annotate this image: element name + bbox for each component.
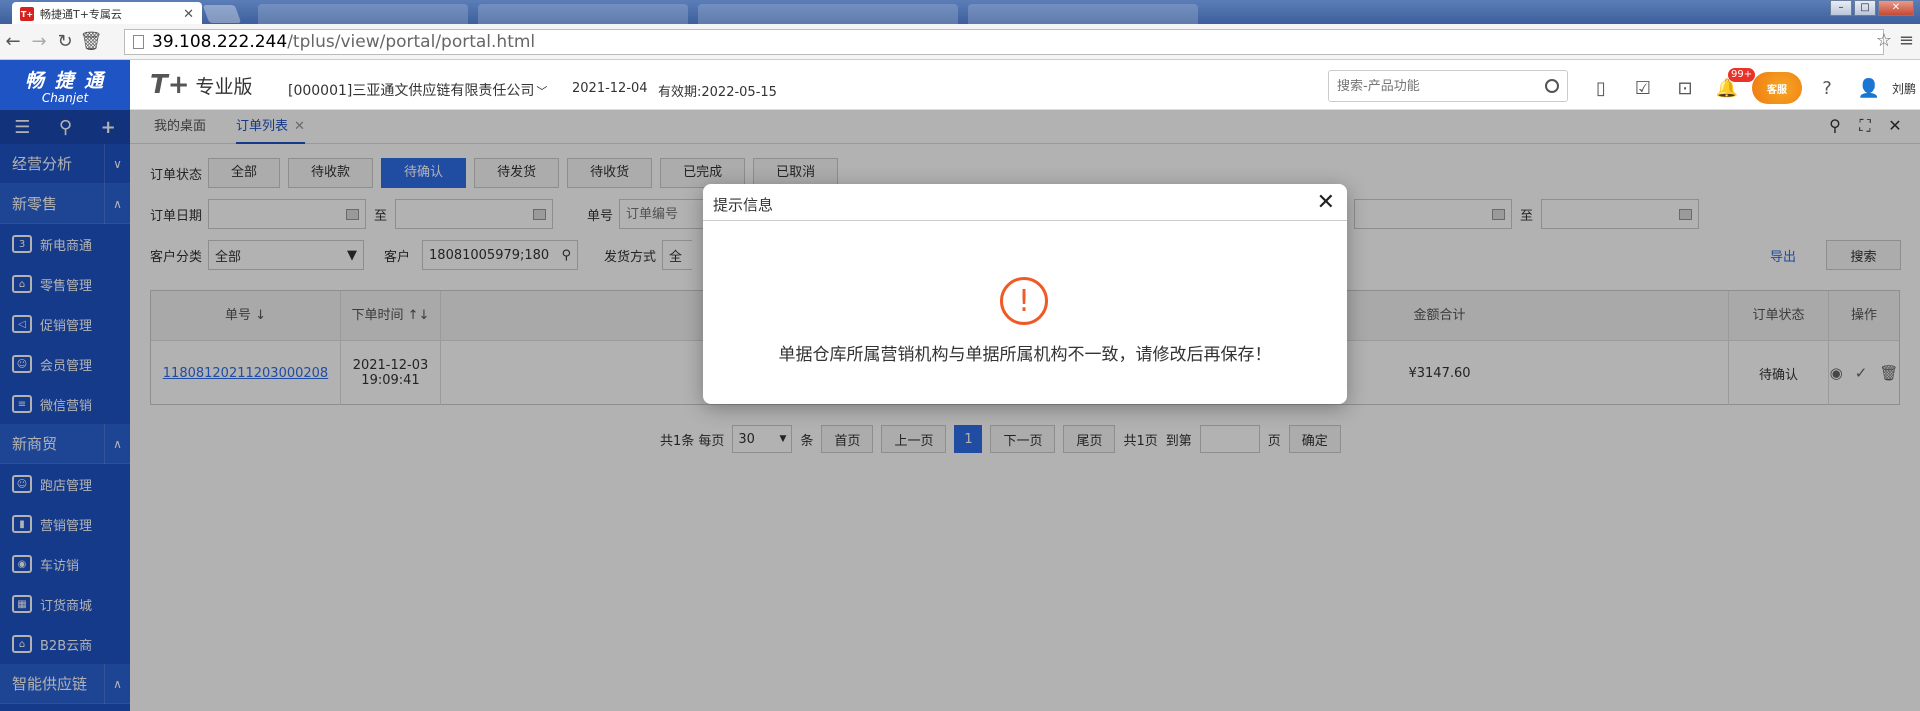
browser-tab-title: 畅捷通T+专属云 [40,8,122,21]
minimize-icon[interactable]: – [1830,0,1852,16]
notification-bell-icon[interactable]: 🔔 99+ [1706,68,1756,102]
new-tab-button[interactable] [202,5,242,23]
dialog-header: 提示信息 ✕ [703,184,1347,221]
close-icon[interactable]: ✕ [183,7,194,22]
validity-date: 有效期:2022-05-15 [658,85,777,100]
chevron-down-icon: ﹀ [536,85,548,98]
login-date: 2021-12-04 [572,81,648,96]
header-tools: ▯ ☑ ⊡ 🔔 99+ 客服 ? 👤 刘鹏 [1580,68,1916,104]
background-tab[interactable] [968,4,1198,24]
window-controls: – □ ✕ [1828,0,1914,16]
reload-icon[interactable]: ↻ [52,31,78,52]
product-logo: T+ 专业版 [150,70,253,100]
browser-tab[interactable]: T+ 畅捷通T+专属云 ✕ [12,2,202,26]
url-path: /tplus/view/portal/portal.html [287,32,536,52]
user-icon[interactable]: 👤 [1848,74,1890,102]
customer-service-button[interactable]: 客服 [1752,72,1802,104]
bookmark-star-icon[interactable]: ☆ [1876,30,1892,51]
background-tab[interactable] [478,4,688,24]
help-icon[interactable]: ? [1806,74,1848,102]
app-header: 畅 捷 通 Chanjet T+ 专业版 [000001]三亚通文供应链有限责任… [0,60,1920,110]
user-name[interactable]: 刘鹏 [1892,80,1916,97]
product-search[interactable] [1328,70,1568,102]
notification-badge: 99+ [1728,68,1756,82]
browser-toolbar: ← → ↻ 🗑 39.108.222.244 /tplus/view/porta… [0,24,1920,60]
trash-icon[interactable]: 🗑 [78,31,104,52]
task-list-icon[interactable]: ☑ [1622,74,1664,102]
back-icon[interactable]: ← [0,31,26,52]
product-name: 专业版 [195,75,253,98]
browser-tab-strip: T+ 畅捷通T+专属云 ✕ – □ ✕ [0,0,1920,26]
dialog-message: 单据仓库所属营销机构与单据所属机构不一致，请修改后再保存！ [778,345,1272,365]
search-icon[interactable] [1545,79,1559,93]
address-bar[interactable]: 39.108.222.244 /tplus/view/portal/portal… [124,29,1884,55]
background-tab[interactable] [258,4,468,24]
url-host: 39.108.222.244 [152,32,288,52]
background-tab[interactable] [698,4,958,24]
calculator-icon[interactable]: ▯ [1580,74,1622,102]
tplus-logo: T+ [150,70,190,100]
company-selector[interactable]: [000001]三亚通文供应链有限责任公司 ﹀ [288,80,547,100]
close-icon[interactable]: ✕ [1317,190,1335,215]
monitor-icon[interactable]: ⊡ [1664,74,1706,102]
forward-icon[interactable]: → [26,31,52,52]
tplus-favicon-icon: T+ [20,7,34,21]
maximize-icon[interactable]: □ [1854,0,1876,16]
window-close-icon[interactable]: ✕ [1878,0,1914,16]
chanjet-logo: 畅 捷 通 Chanjet [0,60,130,110]
warning-icon: ! [1000,277,1048,325]
page-icon [133,35,144,49]
product-search-input[interactable] [1337,78,1545,94]
dialog-title: 提示信息 [713,196,774,214]
alert-dialog: 提示信息 ✕ ! 单据仓库所属营销机构与单据所属机构不一致，请修改后再保存！ [703,184,1347,404]
browser-menu-icon[interactable]: ≡ [1899,30,1914,51]
